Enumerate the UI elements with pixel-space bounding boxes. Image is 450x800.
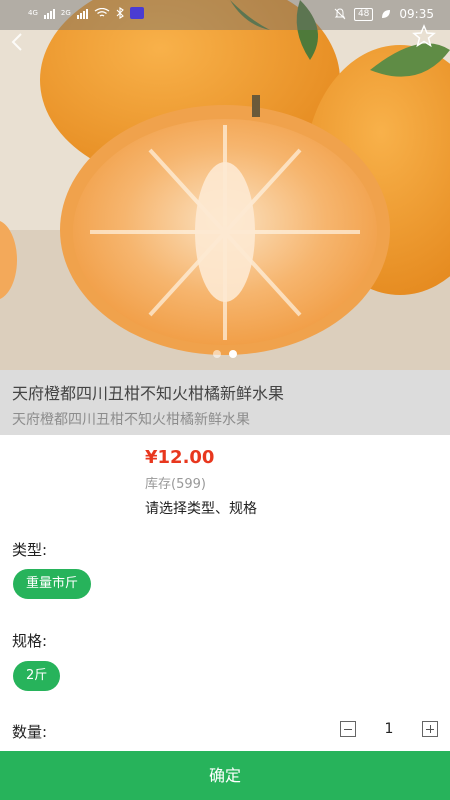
product-subtitle: 天府橙都四川丑柑不知火柑橘新鲜水果: [12, 412, 250, 428]
increase-quantity-button[interactable]: [422, 721, 438, 737]
leaf-icon: [382, 10, 391, 18]
product-price: ¥12.00: [145, 447, 215, 468]
battery-icon: 48: [353, 7, 374, 21]
wifi-icon: [94, 8, 110, 17]
product-title-area: 天府橙都四川丑柑不知火柑橘新鲜水果 天府橙都四川丑柑不知火柑橘新鲜水果: [0, 370, 450, 435]
bluetooth-icon: [116, 7, 124, 19]
gallery-dot-active[interactable]: [229, 350, 237, 358]
back-arrow-icon[interactable]: [8, 32, 28, 52]
network-type-2: 2G: [60, 9, 71, 17]
gallery-dot[interactable]: [213, 350, 221, 358]
quantity-value[interactable]: 1: [356, 721, 422, 737]
spec-label: 规格:: [12, 632, 48, 650]
selection-hint: 请选择类型、规格: [145, 501, 257, 517]
signal-icon: [43, 7, 55, 19]
spec-option-chip[interactable]: 2斤: [13, 661, 61, 691]
quantity-stepper: 1: [340, 721, 438, 737]
type-option-chip[interactable]: 重量市斤: [13, 569, 92, 599]
signal-icon-2: [76, 7, 88, 19]
favorite-star-icon[interactable]: [412, 24, 436, 48]
confirm-button[interactable]: 确定: [0, 751, 450, 800]
decrease-quantity-button[interactable]: [340, 721, 356, 737]
product-title: 天府橙都四川丑柑不知火柑橘新鲜水果: [12, 384, 285, 403]
mute-icon: [334, 8, 346, 20]
product-image[interactable]: [0, 0, 450, 370]
stock-count: 库存(599): [145, 477, 206, 492]
gallery-indicator: [0, 350, 450, 358]
network-type-1: 4G: [28, 9, 38, 17]
app-notification-icon: [129, 7, 144, 19]
orange-photo: [0, 0, 450, 370]
type-label: 类型:: [12, 541, 48, 559]
quantity-label: 数量:: [12, 723, 48, 741]
status-bar: 4G 2G 48 09:35: [0, 0, 450, 30]
minus-icon: [344, 728, 352, 730]
clock: 09:35: [399, 7, 434, 21]
